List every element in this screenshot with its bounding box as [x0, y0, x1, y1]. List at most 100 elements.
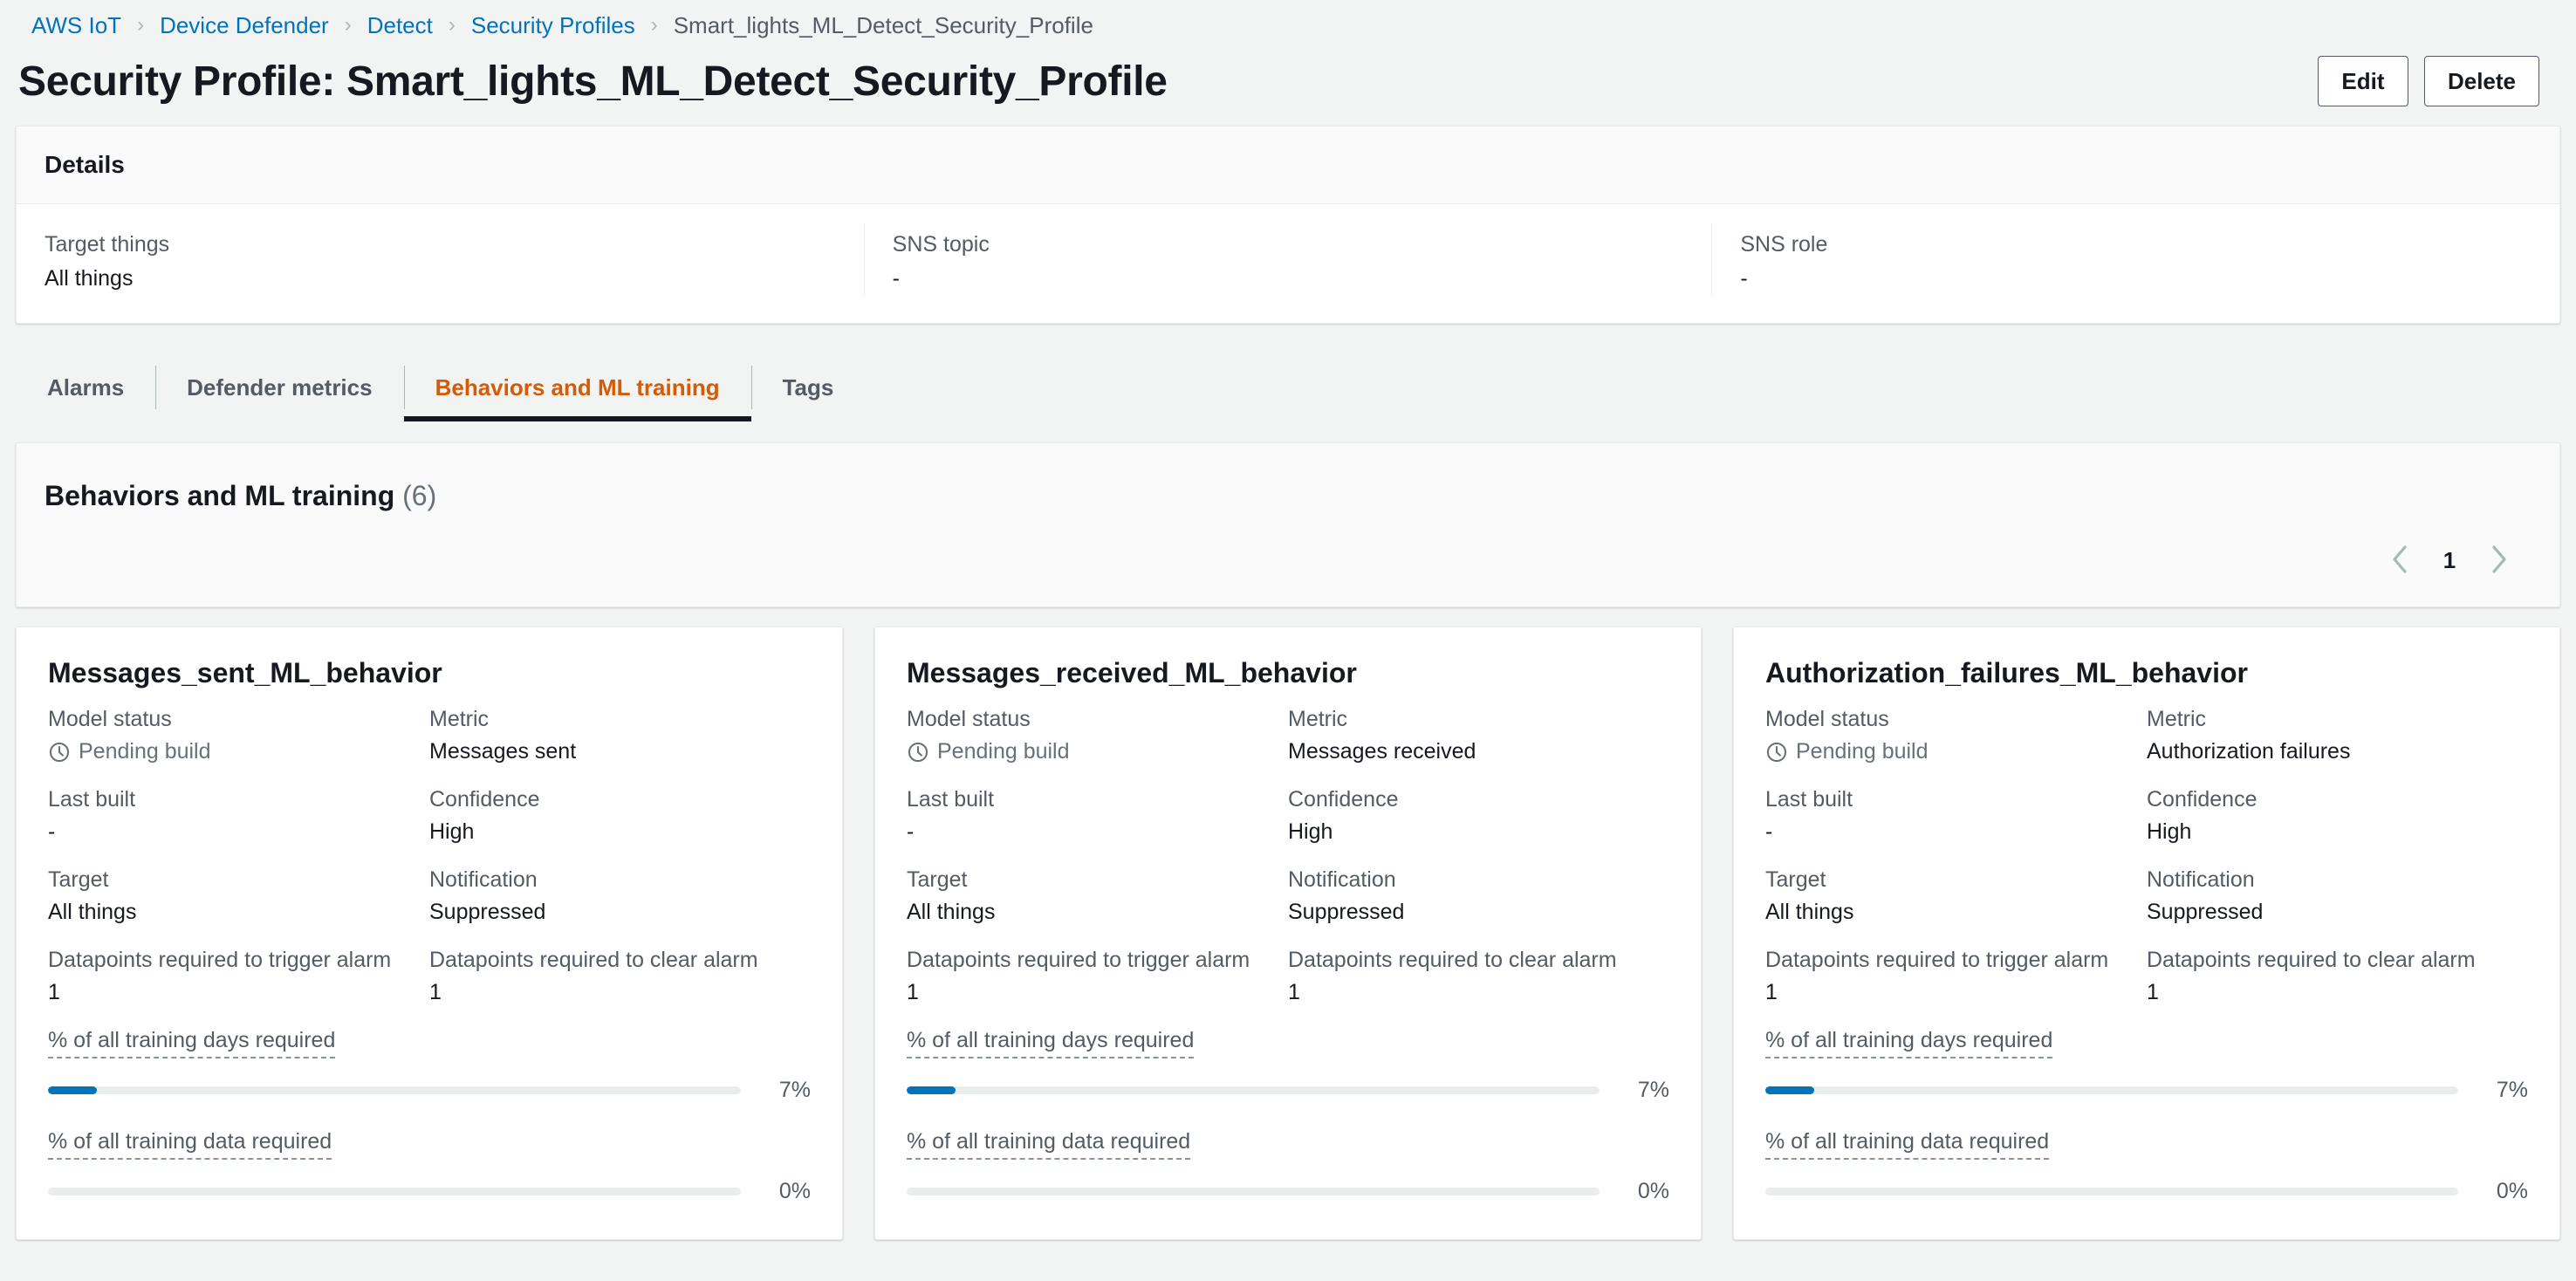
clock-icon [1765, 741, 1788, 764]
chevron-left-icon [2390, 545, 2409, 577]
tab-tags[interactable]: Tags [750, 353, 866, 421]
field-label: Model status [1765, 707, 1889, 731]
field-value: Pending build [907, 739, 1274, 764]
field-value: Suppressed [429, 900, 546, 924]
pagination-current-page[interactable]: 1 [2432, 547, 2467, 574]
progress-track [1765, 1086, 2458, 1094]
detail-sns-topic: SNS topic - [863, 223, 1712, 297]
field-value-text: Pending build [79, 739, 211, 764]
field-notification: Notification Suppressed [2147, 867, 2528, 925]
field-value: 1 [2147, 980, 2159, 1004]
field-label: Target [1765, 867, 1826, 892]
progress-label[interactable]: % of all training days required [1765, 1028, 2053, 1058]
progress-fill [48, 1086, 97, 1094]
behavior-cards: Messages_sent_ML_behavior Model status P… [16, 627, 2560, 1240]
field-datapoints-clear: Datapoints required to clear alarm 1 [1288, 948, 1669, 1005]
field-label: Datapoints required to clear alarm [1288, 948, 1617, 972]
progress-percent: 7% [2496, 1078, 2528, 1102]
breadcrumb-item-security-profiles[interactable]: Security Profiles [471, 12, 635, 39]
field-value: High [2147, 819, 2192, 844]
field-value: 1 [907, 980, 919, 1004]
tab-alarms[interactable]: Alarms [16, 353, 155, 421]
behaviors-section-count: (6) [402, 480, 437, 511]
progress-label[interactable]: % of all training data required [907, 1129, 1191, 1160]
progress-fill [1765, 1086, 1814, 1094]
field-label: Datapoints required to trigger alarm [907, 948, 1250, 972]
delete-button[interactable]: Delete [2423, 56, 2539, 106]
field-value: All things [48, 900, 137, 924]
breadcrumb-item-device-defender[interactable]: Device Defender [160, 12, 329, 39]
clock-icon [907, 741, 929, 764]
progress-percent: 0% [1637, 1179, 1669, 1203]
field-value: Messages sent [429, 739, 577, 764]
field-value: - [1765, 819, 1773, 844]
chevron-right-icon [2490, 545, 2509, 577]
field-model-status: Model status Pending build [48, 707, 429, 764]
field-value: Authorization failures [2147, 739, 2351, 764]
field-target: Target All things [907, 867, 1288, 925]
field-label: Notification [429, 867, 538, 892]
breadcrumb-item-current: Smart_lights_ML_Detect_Security_Profile [673, 11, 1093, 38]
detail-sns-role: SNS role - [1711, 223, 2559, 297]
field-datapoints-trigger: Datapoints required to trigger alarm 1 [907, 948, 1288, 1005]
behavior-card-row: Target All things Notification Suppresse… [48, 867, 811, 925]
chevron-right-icon: › [448, 13, 456, 37]
header-actions: Edit Delete [2317, 56, 2545, 106]
field-target: Target All things [1765, 867, 2147, 925]
tab-defender-metrics[interactable]: Defender metrics [155, 353, 403, 421]
field-model-status: Model status Pending build [907, 707, 1288, 764]
edit-button[interactable]: Edit [2317, 56, 2408, 106]
field-label: Confidence [2147, 787, 2257, 812]
behaviors-section-title-text: Behaviors and ML training [45, 480, 395, 511]
page-header: Security Profile: Smart_lights_ML_Detect… [0, 51, 2576, 126]
field-value: - [907, 819, 915, 844]
progress-label[interactable]: % of all training days required [48, 1028, 336, 1058]
field-notification: Notification Suppressed [429, 867, 811, 925]
field-label: Metric [1288, 707, 1348, 731]
progress-label[interactable]: % of all training data required [1765, 1129, 2050, 1160]
details-panel-header: Details [17, 127, 2559, 204]
progress-training-data: % of all training data required 0% [1765, 1129, 2528, 1204]
progress-row: 0% [1765, 1179, 2528, 1204]
progress-label[interactable]: % of all training data required [48, 1129, 332, 1160]
field-label: Metric [429, 707, 490, 731]
behavior-card-row: Last built - Confidence High [1765, 787, 2528, 845]
breadcrumb-item-aws-iot[interactable]: AWS IoT [31, 12, 121, 39]
progress-training-days: % of all training days required 7% [48, 1028, 811, 1103]
field-label: Last built [48, 787, 136, 812]
field-value: Pending build [1765, 739, 2133, 764]
progress-row: 0% [48, 1179, 811, 1204]
detail-value: All things [45, 266, 134, 291]
field-model-status: Model status Pending build [1765, 707, 2147, 764]
clock-icon [48, 741, 71, 764]
progress-training-data: % of all training data required 0% [907, 1129, 1669, 1204]
field-value: 1 [1765, 980, 1778, 1004]
field-label: Last built [907, 787, 995, 812]
tab-behaviors-and-ml-training[interactable]: Behaviors and ML training [403, 353, 751, 421]
progress-track [907, 1086, 1600, 1094]
field-value: High [429, 819, 475, 844]
pagination-prev-button[interactable] [2376, 537, 2423, 584]
behavior-card-row: Datapoints required to trigger alarm 1 D… [907, 948, 1669, 1005]
field-label: Datapoints required to trigger alarm [1765, 948, 2109, 972]
progress-track [1765, 1188, 2458, 1195]
field-value: All things [907, 900, 996, 924]
breadcrumb: AWS IoT › Device Defender › Detect › Sec… [0, 0, 2576, 51]
breadcrumb-item-detect[interactable]: Detect [367, 12, 433, 39]
field-value: 1 [48, 980, 60, 1004]
field-label: Metric [2147, 707, 2207, 731]
field-confidence: Confidence High [2147, 787, 2528, 845]
details-title: Details [45, 151, 125, 178]
pagination-next-button[interactable] [2476, 537, 2523, 584]
progress-percent: 0% [778, 1179, 811, 1203]
chevron-right-icon: › [650, 13, 658, 37]
field-value: All things [1765, 900, 1854, 924]
field-last-built: Last built - [907, 787, 1288, 845]
field-metric: Metric Messages received [1288, 707, 1669, 764]
field-datapoints-trigger: Datapoints required to trigger alarm 1 [1765, 948, 2147, 1005]
progress-label[interactable]: % of all training days required [907, 1028, 1195, 1058]
field-value: High [1288, 819, 1333, 844]
detail-value: - [892, 266, 900, 291]
behavior-card-title: Messages_received_ML_behavior [907, 657, 1357, 688]
behavior-card-title: Messages_sent_ML_behavior [48, 657, 442, 688]
